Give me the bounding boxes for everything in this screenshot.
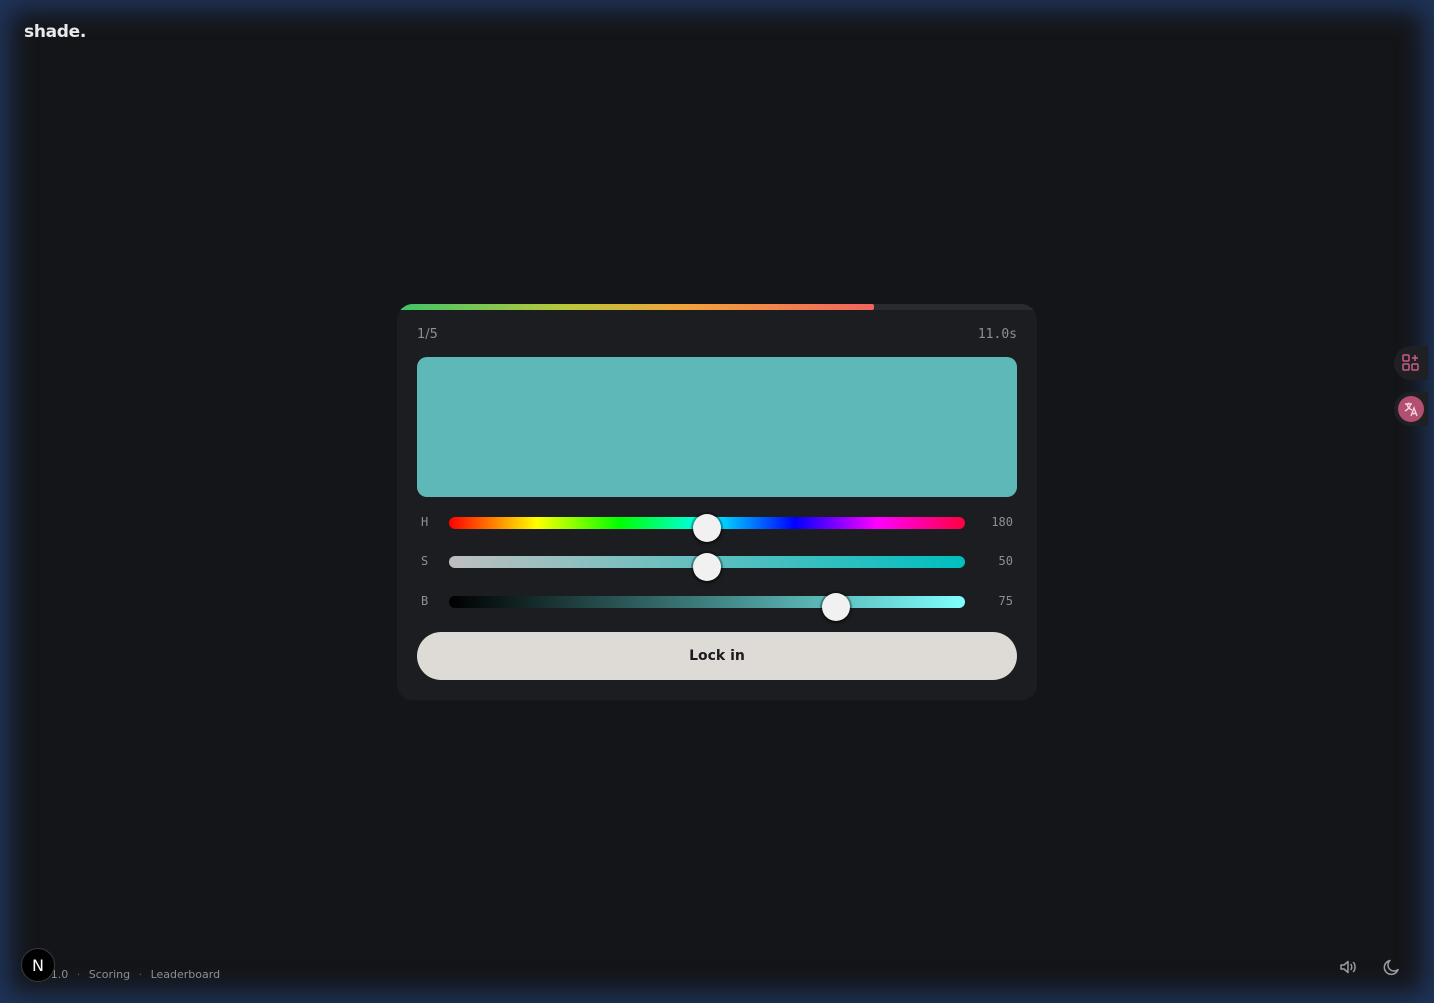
brightness-slider-row: B 75 bbox=[417, 587, 1017, 621]
leaderboard-link[interactable]: Leaderboard bbox=[151, 968, 220, 981]
saturation-slider-thumb[interactable] bbox=[693, 553, 721, 581]
timer-progress-fill bbox=[397, 304, 874, 310]
countdown-timer: 11.0s bbox=[977, 327, 1017, 342]
color-swatch bbox=[417, 357, 1017, 497]
timer-progress-track bbox=[397, 304, 1037, 310]
hue-label: H bbox=[421, 515, 429, 529]
footer-links: e v1.0 · Scoring · Leaderboard bbox=[34, 968, 220, 981]
brightness-slider[interactable] bbox=[449, 593, 965, 621]
scoring-link[interactable]: Scoring bbox=[89, 968, 130, 981]
lock-in-button[interactable]: Lock in bbox=[417, 632, 1017, 680]
app-frame: shade. 1/5 11.0s H 180 S 50 B 75 Lock in… bbox=[0, 0, 1434, 1003]
saturation-slider-row: S 50 bbox=[417, 547, 1017, 581]
avatar[interactable]: N bbox=[21, 948, 55, 982]
sound-toggle-button[interactable] bbox=[1337, 956, 1359, 978]
logo[interactable]: shade. bbox=[24, 22, 86, 42]
saturation-label: S bbox=[421, 554, 429, 568]
hue-slider-thumb[interactable] bbox=[693, 514, 721, 542]
brightness-label: B bbox=[421, 594, 429, 608]
hue-slider[interactable] bbox=[449, 514, 965, 542]
translate-icon-badge bbox=[1398, 396, 1424, 422]
saturation-value: 50 bbox=[998, 554, 1013, 568]
brightness-slider-thumb[interactable] bbox=[822, 593, 850, 621]
translate-side-button[interactable] bbox=[1394, 392, 1428, 426]
theme-toggle-button[interactable] bbox=[1381, 956, 1403, 978]
hue-value: 180 bbox=[991, 515, 1013, 529]
footer-separator: · bbox=[76, 968, 81, 981]
brightness-value: 75 bbox=[998, 594, 1013, 608]
hue-slider-row: H 180 bbox=[417, 508, 1017, 542]
round-counter: 1/5 bbox=[417, 327, 438, 342]
apps-sparkle-icon bbox=[1402, 354, 1419, 371]
saturation-slider[interactable] bbox=[449, 553, 965, 581]
game-card: 1/5 11.0s H 180 S 50 B 75 Lock in bbox=[397, 304, 1037, 700]
moon-icon bbox=[1383, 959, 1399, 976]
apps-side-button[interactable] bbox=[1394, 346, 1428, 380]
footer-separator: · bbox=[138, 968, 143, 981]
translate-icon bbox=[1404, 402, 1418, 417]
volume-icon bbox=[1340, 960, 1356, 974]
